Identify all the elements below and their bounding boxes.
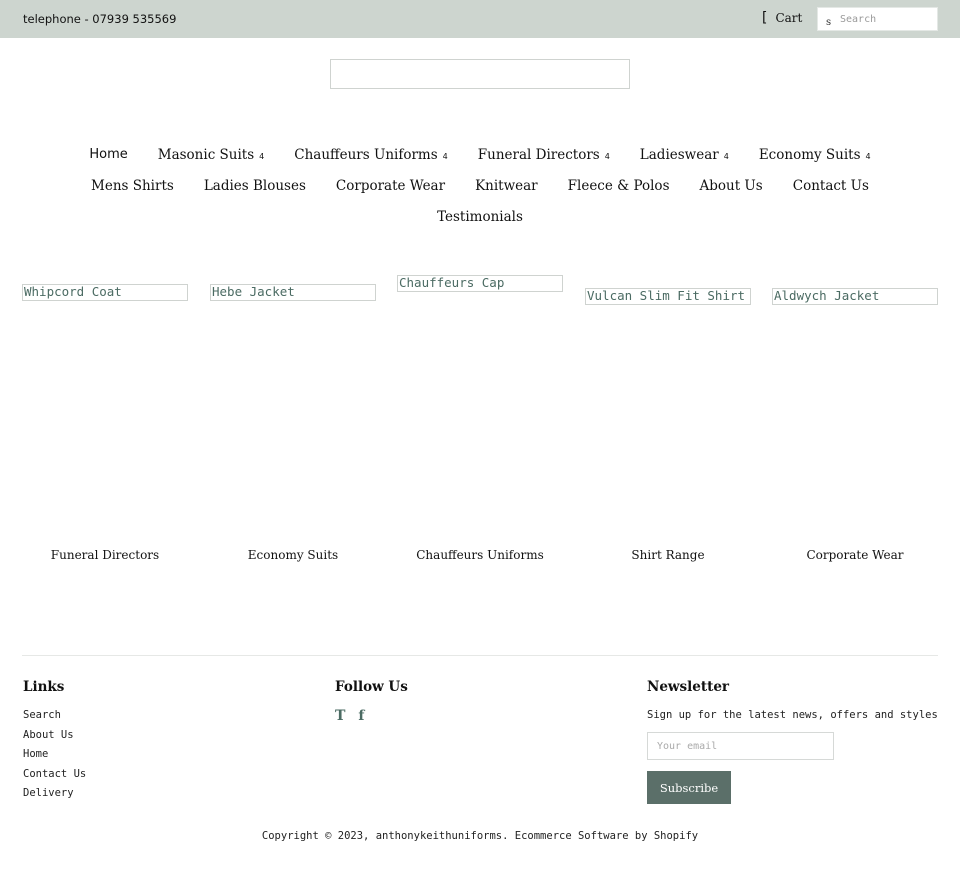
copyright-text: Copyright © 2023, anthonykeithuniforms. … bbox=[261, 830, 699, 842]
dropdown-arrow-icon: 4 bbox=[723, 152, 729, 161]
nav-label: Home bbox=[89, 147, 128, 162]
product-card[interactable]: Aldwych Jacket bbox=[772, 288, 938, 305]
nav-item-fleece-polos[interactable]: Fleece & Polos bbox=[568, 178, 670, 194]
nav-item-masonic-suits[interactable]: Masonic Suits 4 bbox=[158, 147, 265, 163]
collection-link[interactable]: Corporate Wear bbox=[772, 548, 938, 562]
top-bar: telephone - 07939 535569 [ Cart s bbox=[0, 0, 960, 38]
collection-link[interactable]: Economy Suits bbox=[210, 548, 376, 562]
nav-item-ladieswear[interactable]: Ladieswear 4 bbox=[640, 147, 729, 163]
dropdown-arrow-icon: 4 bbox=[604, 152, 610, 161]
nav-item-mens-shirts[interactable]: Mens Shirts bbox=[91, 178, 174, 194]
dropdown-arrow-icon: 4 bbox=[442, 152, 448, 161]
product-card[interactable]: Hebe Jacket bbox=[210, 284, 376, 301]
footer-link-search[interactable]: Search bbox=[23, 709, 61, 721]
social-links: T f bbox=[335, 708, 364, 724]
collection-link[interactable]: Chauffeurs Uniforms bbox=[397, 548, 563, 562]
nav-label: Funeral Directors bbox=[477, 147, 600, 163]
search-input[interactable] bbox=[840, 11, 934, 27]
nav-item-chauffeurs-uniforms[interactable]: Chauffeurs Uniforms 4 bbox=[294, 147, 448, 163]
nav-item-contact-us[interactable]: Contact Us bbox=[793, 178, 869, 194]
nav-item-economy-suits[interactable]: Economy Suits 4 bbox=[759, 147, 871, 163]
main-nav-row-3: Testimonials bbox=[0, 209, 960, 225]
newsletter-text: Sign up for the latest news, offers and … bbox=[647, 709, 938, 721]
nav-item-testimonials[interactable]: Testimonials bbox=[437, 209, 523, 225]
email-field-wrapper bbox=[647, 732, 834, 760]
nav-item-corporate-wear[interactable]: Corporate Wear bbox=[336, 178, 445, 194]
subscribe-button[interactable]: Subscribe bbox=[647, 771, 731, 804]
nav-label: Ladieswear bbox=[639, 147, 719, 163]
main-nav-row-2: Mens Shirts Ladies Blouses Corporate Wea… bbox=[0, 178, 960, 194]
nav-item-about-us[interactable]: About Us bbox=[700, 178, 763, 194]
cart-icon: [ bbox=[760, 10, 769, 26]
email-field[interactable] bbox=[648, 733, 833, 759]
footer-link-about-us[interactable]: About Us bbox=[23, 729, 74, 741]
nav-item-home[interactable]: Home bbox=[89, 147, 127, 163]
cart-link[interactable]: [ Cart bbox=[760, 11, 802, 25]
telephone-text: telephone - 07939 535569 bbox=[23, 12, 177, 26]
collection-link[interactable]: Funeral Directors bbox=[22, 548, 188, 562]
nav-label: Chauffeurs Uniforms bbox=[294, 147, 438, 163]
product-card[interactable]: Vulcan Slim Fit Shirt bbox=[585, 288, 751, 305]
footer-link-home[interactable]: Home bbox=[23, 748, 48, 760]
nav-label: Masonic Suits bbox=[157, 147, 255, 163]
footer-link-contact-us[interactable]: Contact Us bbox=[23, 768, 86, 780]
dropdown-arrow-icon: 4 bbox=[865, 152, 871, 161]
links-heading: Links bbox=[23, 679, 65, 695]
site-logo[interactable] bbox=[330, 59, 630, 89]
search-icon[interactable]: s bbox=[826, 18, 831, 28]
product-card[interactable]: Whipcord Coat bbox=[22, 284, 188, 301]
twitter-icon[interactable]: T bbox=[335, 708, 345, 724]
nav-item-ladies-blouses[interactable]: Ladies Blouses bbox=[204, 178, 306, 194]
dropdown-arrow-icon: 4 bbox=[259, 152, 265, 161]
newsletter-heading: Newsletter bbox=[647, 679, 730, 695]
nav-item-funeral-directors[interactable]: Funeral Directors 4 bbox=[478, 147, 610, 163]
collection-link[interactable]: Shirt Range bbox=[585, 548, 751, 562]
follow-us-heading: Follow Us bbox=[335, 679, 408, 695]
nav-label: Economy Suits bbox=[758, 147, 861, 163]
main-nav-row-1: Home Masonic Suits 4 Chauffeurs Uniforms 4… bbox=[0, 147, 960, 163]
footer-divider bbox=[22, 655, 938, 656]
cart-label: Cart bbox=[775, 11, 803, 25]
nav-item-knitwear[interactable]: Knitwear bbox=[475, 178, 538, 194]
facebook-icon[interactable]: f bbox=[358, 708, 364, 724]
footer-link-delivery[interactable]: Delivery bbox=[23, 787, 74, 799]
footer-links: Search About Us Home Contact Us Delivery bbox=[23, 709, 86, 807]
search-box[interactable]: s bbox=[817, 7, 938, 31]
product-card[interactable]: Chauffeurs Cap bbox=[397, 275, 563, 292]
